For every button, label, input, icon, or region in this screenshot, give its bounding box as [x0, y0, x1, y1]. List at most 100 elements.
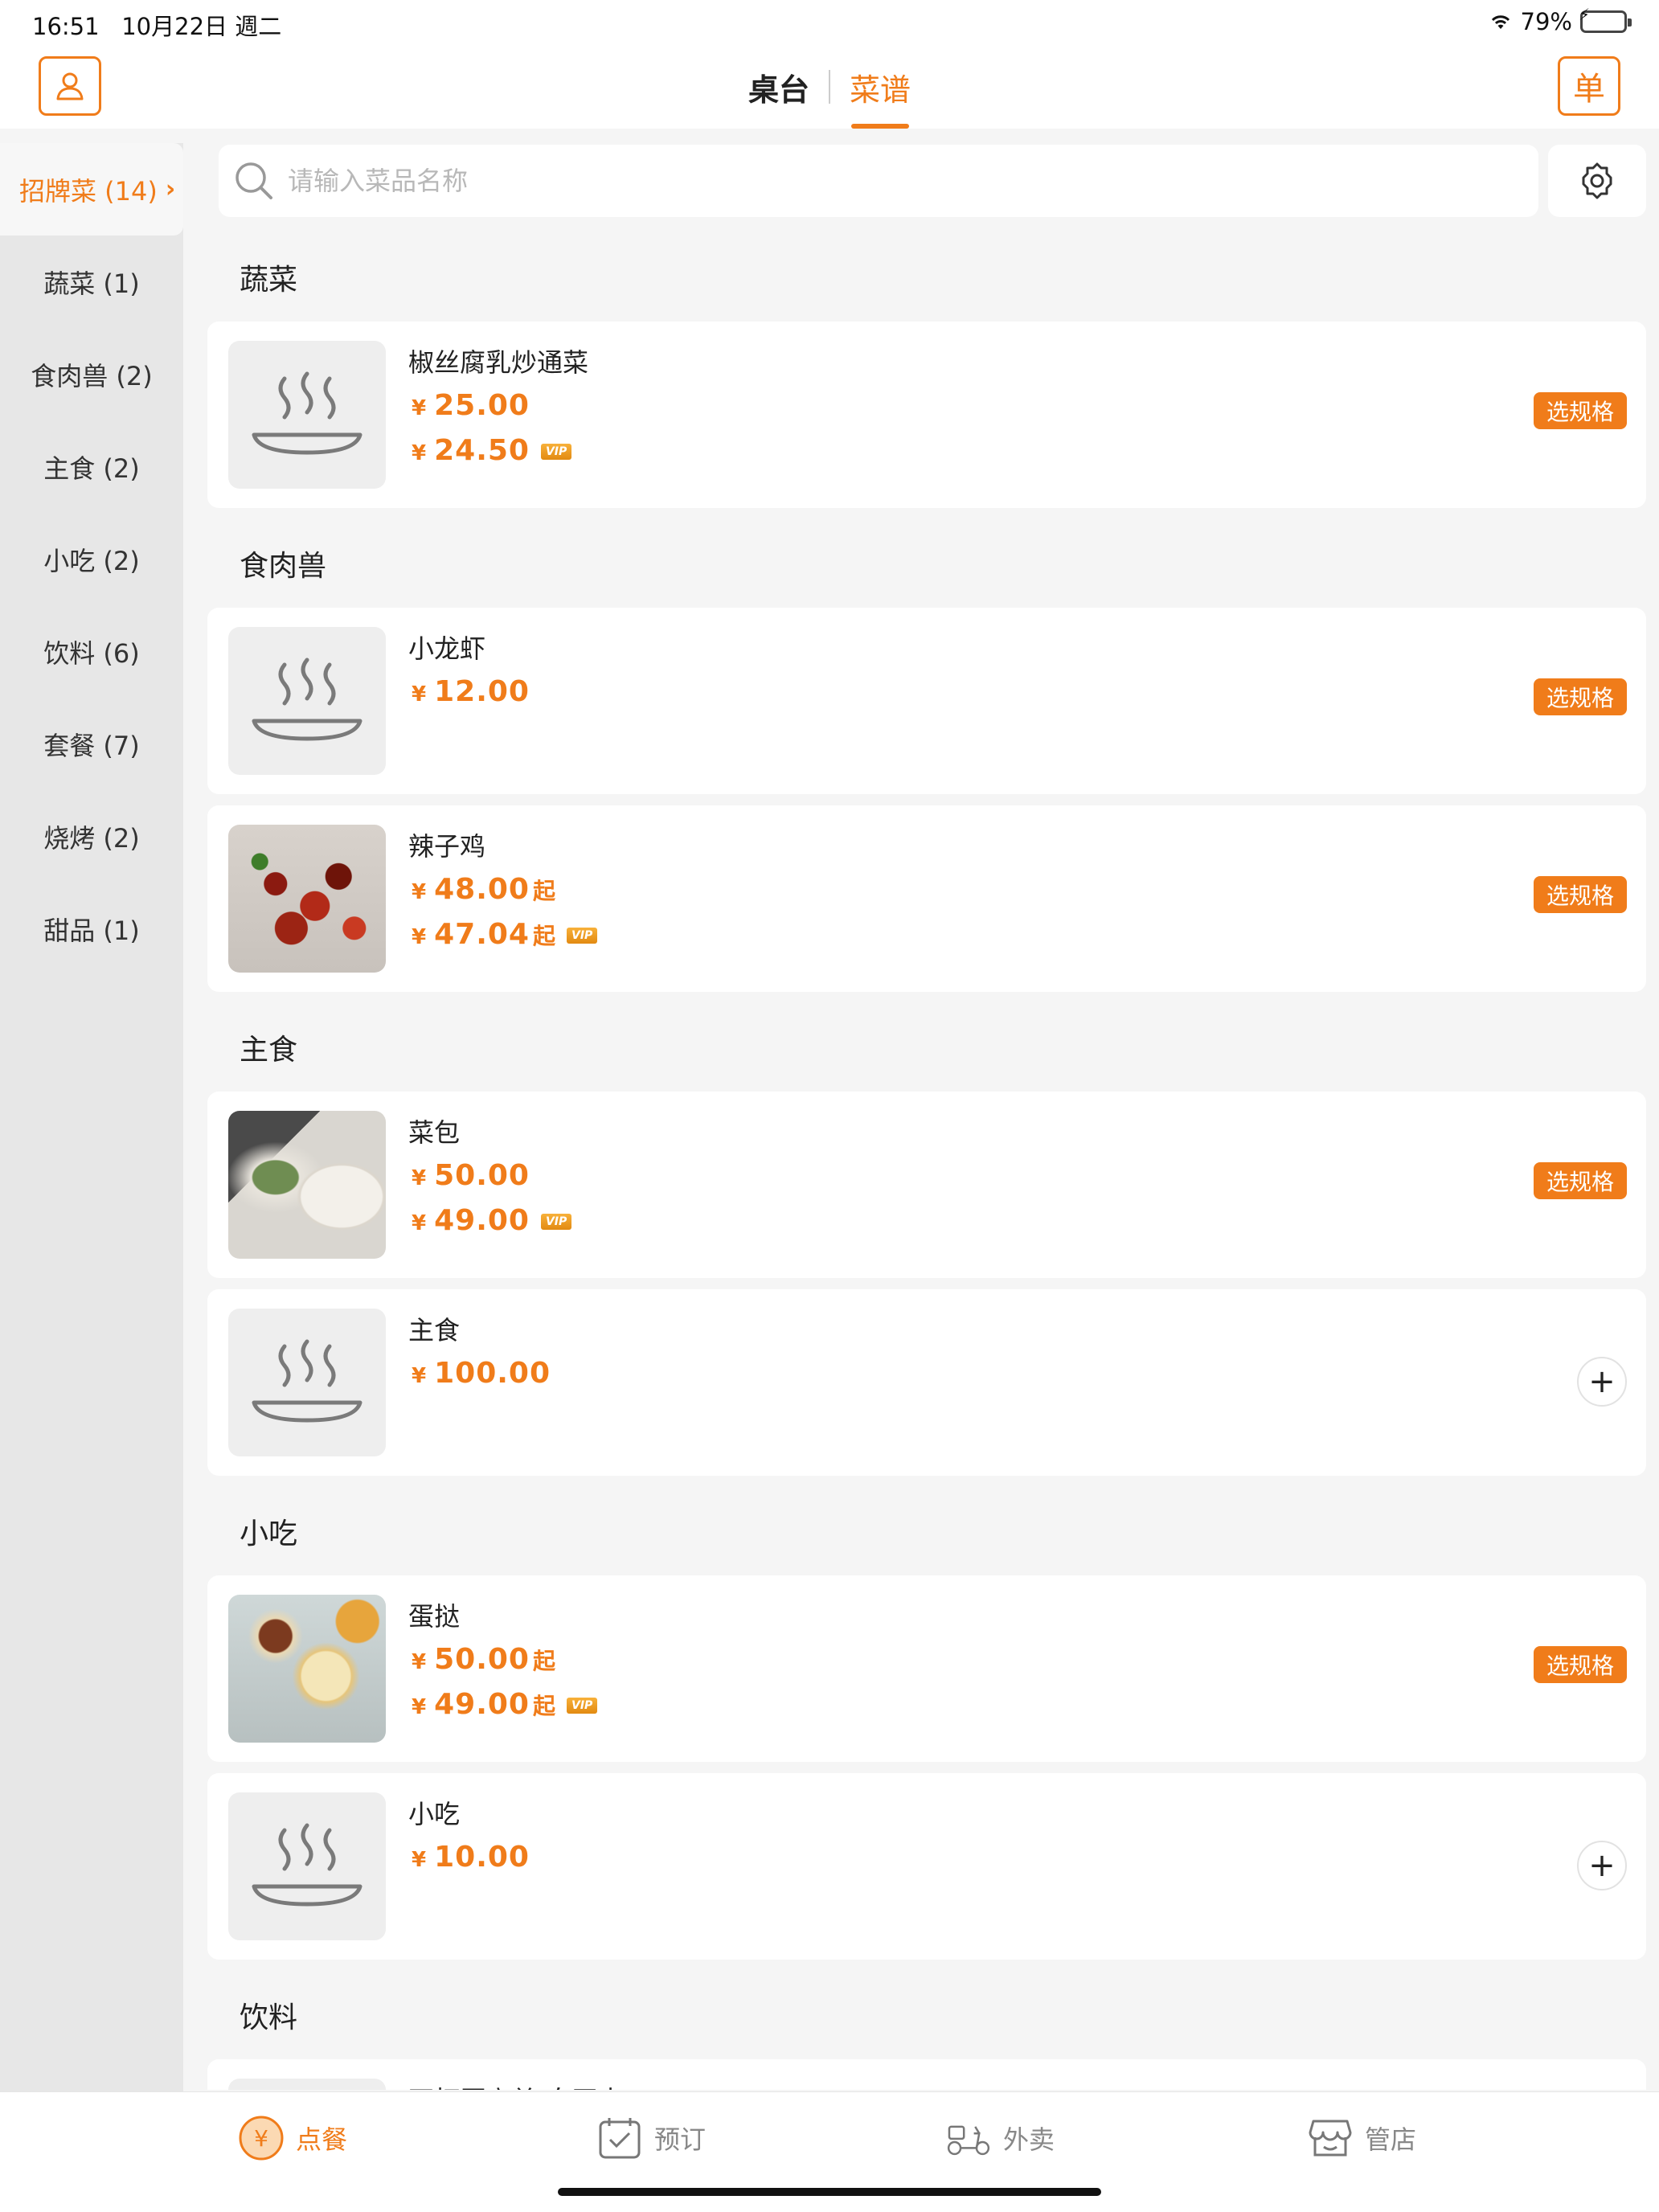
vip-badge: VIP: [540, 1214, 572, 1230]
status-clock: 16:51: [32, 13, 100, 40]
dish-image-placeholder: [228, 2079, 386, 2090]
sidebar-item[interactable]: 食肉兽 (2): [0, 328, 183, 420]
nav-store[interactable]: 管店: [1307, 2115, 1416, 2161]
header: 桌台 菜谱 单: [0, 45, 1659, 129]
search-box[interactable]: [219, 145, 1538, 217]
nav-takeout-label: 外卖: [1003, 2124, 1055, 2155]
battery-percent: 79%: [1520, 8, 1572, 35]
dish-name: 椒丝腐乳炒通菜: [408, 347, 589, 378]
dish-photo: [228, 1111, 386, 1259]
sidebar-item[interactable]: 饮料 (6): [0, 605, 183, 698]
dish-photo: [228, 825, 386, 973]
section-title: 食肉兽: [240, 550, 327, 583]
order-button[interactable]: 单: [1558, 56, 1620, 116]
price-from-suffix: 起: [532, 878, 555, 904]
select-spec-button[interactable]: 选规格: [1533, 678, 1627, 715]
sidebar-item[interactable]: 烧烤 (2): [0, 790, 183, 883]
dish-card[interactable]: 小吃 ¥10.00 +: [207, 1773, 1646, 1960]
battery-icon: ⚡: [1579, 6, 1632, 33]
price-value: 12.00: [434, 675, 530, 708]
dish-name: 小龙虾: [408, 633, 486, 664]
dish-price: ¥10.00: [412, 1841, 530, 1874]
select-spec-button[interactable]: 选规格: [1533, 1162, 1627, 1199]
dish-card[interactable]: 椒丝腐乳炒通菜 ¥25.00 ¥24.50 VIP 选规格: [207, 322, 1646, 508]
dish-price: ¥48.00 起: [412, 873, 555, 906]
nav-booking-label: 预订: [654, 2124, 707, 2155]
dish-placeholder-icon: [252, 371, 363, 455]
price-value: 48.00: [434, 873, 530, 906]
home-indicator: [558, 2188, 1101, 2196]
dish-photo-bun: [228, 1111, 386, 1259]
dish-price: ¥12.00: [412, 675, 530, 708]
store-icon: [1307, 2115, 1354, 2161]
sidebar-item-label: 主食 (2): [43, 453, 140, 484]
dish-card[interactable]: 蛋挞 ¥50.00 起 ¥49.00 起 VIP 选规格: [207, 1575, 1646, 1762]
gear-icon: [1582, 162, 1612, 199]
dish-name: 主食: [408, 1315, 461, 1346]
vip-badge: VIP: [566, 928, 598, 944]
nav-takeout[interactable]: 外卖: [945, 2115, 1055, 2161]
sidebar-item[interactable]: 小吃 (2): [0, 513, 183, 605]
sidebar-item[interactable]: 套餐 (7): [0, 698, 183, 790]
tab-tables[interactable]: 桌台: [729, 45, 829, 129]
price-value: 100.00: [434, 1357, 551, 1390]
sidebar-item-label: 蔬菜 (1): [43, 268, 140, 299]
select-spec-button[interactable]: 选规格: [1533, 1646, 1627, 1683]
price-from-suffix: 起: [532, 923, 555, 949]
dish-image-placeholder: [228, 1792, 386, 1940]
price-value: 47.04: [434, 918, 530, 951]
section-title: 小吃: [240, 1518, 298, 1550]
section-title: 蔬菜: [240, 264, 298, 297]
status-time: 16:51 10月22日 週二: [32, 8, 281, 42]
select-spec-button[interactable]: 选规格: [1533, 392, 1627, 429]
dish-image-placeholder: [228, 341, 386, 489]
price-value: 24.50: [434, 434, 530, 467]
dish-price: ¥50.00 起: [412, 1643, 555, 1676]
dish-card[interactable]: 小龙虾 ¥12.00 选规格: [207, 608, 1646, 794]
dish-list[interactable]: 蔬菜 椒丝腐乳炒通菜 ¥25.00 ¥24.50 VIP 选规格 食肉兽 小龙虾 ¥12.00 选…: [207, 233, 1646, 2090]
tab-menu[interactable]: 菜谱: [830, 45, 930, 129]
wifi-icon: [1489, 13, 1513, 31]
dish-card[interactable]: 不打厨房单-白开水¥0.01+: [207, 2059, 1646, 2090]
sidebar-item[interactable]: 蔬菜 (1): [0, 236, 183, 328]
dish-name: 菜包: [408, 1117, 461, 1148]
currency-symbol: ¥: [412, 1364, 427, 1388]
sidebar-item-label: 小吃 (2): [43, 545, 140, 576]
search-icon: [230, 157, 278, 205]
section-title: 饮料: [240, 2001, 298, 2034]
dish-name: 蛋挞: [408, 1601, 461, 1632]
add-dish-button[interactable]: +: [1577, 1841, 1627, 1890]
nav-order[interactable]: ¥ 点餐: [238, 2115, 347, 2161]
section-title: 主食: [240, 1034, 298, 1067]
dish-name: 不打厨房单-白开水: [408, 2080, 624, 2090]
currency-symbol: ¥: [412, 1211, 427, 1235]
status-indicators: 79% ⚡: [1489, 6, 1632, 35]
sidebar-item-label: 烧烤 (2): [43, 822, 140, 854]
dish-card[interactable]: 菜包 ¥50.00 ¥49.00 VIP 选规格: [207, 1092, 1646, 1278]
dish-placeholder-icon: [252, 1823, 363, 1907]
dish-card[interactable]: 辣子鸡 ¥48.00 起 ¥47.04 起 VIP 选规格: [207, 805, 1646, 992]
currency-symbol: ¥: [412, 396, 427, 420]
price-value: 10.00: [434, 1841, 530, 1874]
currency-symbol: ¥: [412, 1166, 427, 1190]
yen-coin-icon: ¥: [238, 2115, 285, 2161]
chevron-right-icon: ›: [165, 175, 176, 203]
nav-store-label: 管店: [1365, 2124, 1417, 2155]
dish-name: 辣子鸡: [408, 831, 486, 862]
charging-bolt-icon: ⚡: [1578, 5, 1591, 24]
sidebar-item[interactable]: 招牌菜 (14) ›: [0, 143, 183, 236]
settings-button[interactable]: [1548, 145, 1646, 217]
search-input[interactable]: [288, 166, 1413, 196]
select-spec-button[interactable]: 选规格: [1533, 876, 1627, 913]
sidebar-item[interactable]: 主食 (2): [0, 420, 183, 513]
vip-badge: VIP: [566, 1698, 598, 1714]
currency-symbol: ¥: [412, 1695, 427, 1719]
dish-photo: [228, 1595, 386, 1743]
nav-booking[interactable]: 预订: [596, 2115, 706, 2161]
sidebar-item[interactable]: 甜品 (1): [0, 883, 183, 975]
dish-card[interactable]: 主食 ¥100.00 +: [207, 1289, 1646, 1476]
vip-price: ¥49.00 VIP: [412, 1204, 572, 1237]
price-value: 25.00: [434, 389, 530, 422]
currency-symbol: ¥: [412, 682, 427, 707]
add-dish-button[interactable]: +: [1577, 1357, 1627, 1407]
